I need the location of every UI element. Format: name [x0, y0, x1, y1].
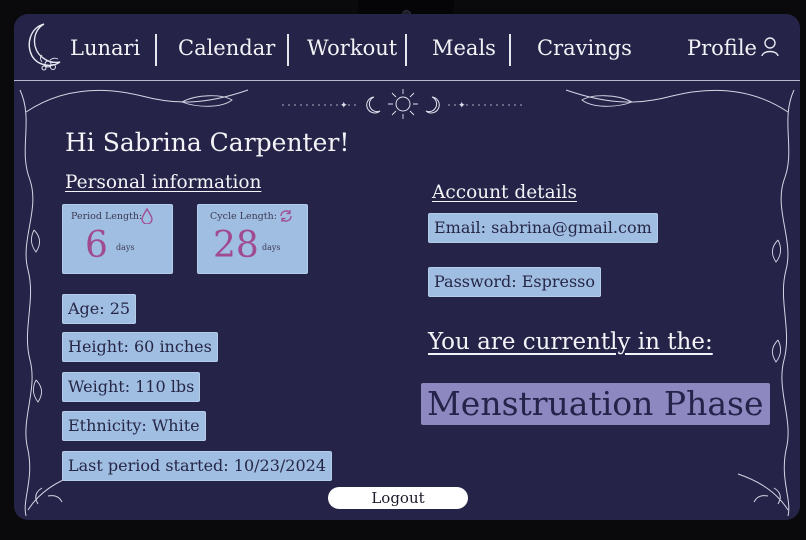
logout-button[interactable]: Logout — [328, 487, 468, 509]
nav-profile[interactable]: Profile — [687, 34, 757, 62]
nav-calendar[interactable]: Calendar — [178, 34, 275, 62]
svg-text:✦: ✦ — [458, 101, 466, 111]
brand-link[interactable]: Lunari — [70, 34, 140, 62]
top-nav: Lunari Calendar Workout Meals Cravings P… — [14, 14, 800, 81]
left-vine-ornament — [19, 89, 42, 517]
age-field: Age: 25 — [62, 294, 137, 324]
top-left-swirl-ornament — [25, 89, 249, 113]
period-length-unit: days — [116, 243, 135, 252]
period-length-label: Period Length: — [71, 211, 143, 222]
password-field: Password: Espresso — [428, 267, 602, 297]
ethnicity-field: Ethnicity: White — [62, 411, 206, 441]
svg-text:✦: ✦ — [340, 101, 348, 111]
celestial-divider-ornament: ✦ ✦ — [282, 89, 524, 119]
weight-field: Weight: 110 lbs — [62, 372, 201, 402]
email-field: Email: sabrina@gmail.com — [428, 213, 658, 243]
top-right-swirl-ornament — [565, 89, 789, 113]
greeting-heading: Hi Sabrina Carpenter! — [65, 128, 350, 157]
user-icon[interactable] — [760, 36, 780, 58]
height-field: Height: 60 inches — [62, 332, 218, 362]
period-length-value: 6 — [85, 225, 108, 266]
period-length-card: Period Length: 6 days — [62, 204, 173, 274]
nav-separator — [287, 34, 289, 66]
last-period-field: Last period started: 10/23/2024 — [62, 451, 332, 481]
nav-meals[interactable]: Meals — [432, 34, 496, 62]
bottom-right-leaf-ornament — [737, 473, 789, 511]
nav-separator — [405, 34, 407, 66]
cycle-length-card: Cycle Length: 28 days — [197, 204, 308, 274]
personal-info-title: Personal information — [65, 172, 262, 193]
cycle-refresh-icon — [280, 210, 292, 222]
current-phase-badge: Menstruation Phase — [421, 383, 770, 425]
phase-lead-text: You are currently in the: — [428, 329, 713, 355]
nav-workout[interactable]: Workout — [307, 34, 397, 62]
cycle-length-unit: days — [262, 243, 281, 252]
account-details-title: Account details — [432, 182, 577, 203]
moon-logo-icon — [28, 23, 61, 71]
cycle-length-value: 28 — [213, 225, 259, 266]
cycle-length-label: Cycle Length: — [210, 211, 277, 222]
right-vine-ornament — [772, 89, 795, 517]
nav-separator — [509, 34, 511, 66]
laptop-frame: Lunari Calendar Workout Meals Cravings P… — [0, 0, 806, 540]
droplet-icon — [141, 208, 153, 224]
app-screen: Lunari Calendar Workout Meals Cravings P… — [14, 14, 800, 520]
nav-separator — [155, 34, 157, 66]
nav-cravings[interactable]: Cravings — [537, 34, 632, 62]
